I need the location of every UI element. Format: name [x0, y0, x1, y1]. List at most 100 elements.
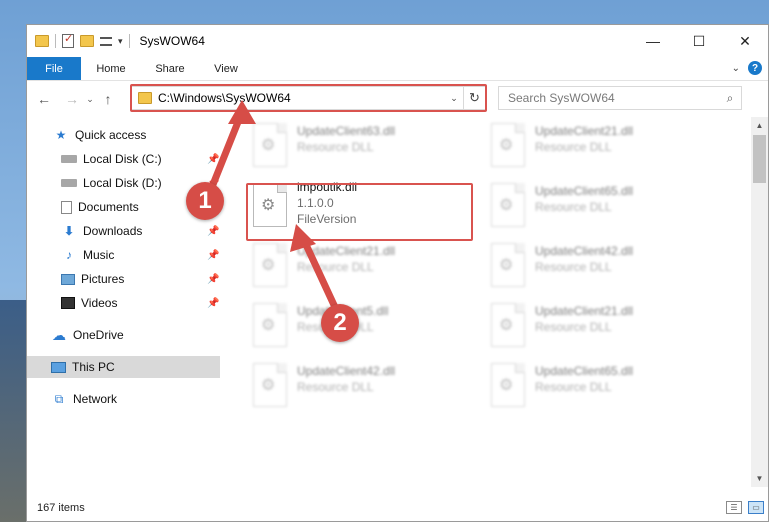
toolbar-divider [55, 34, 56, 48]
expand-ribbon-chevron-icon[interactable]: ⌄ [732, 63, 740, 74]
file-description: Resource DLL [535, 260, 612, 274]
file-item[interactable]: ⚙ UpdateClient63.dll Resource DLL [249, 119, 479, 175]
file-version: 1.1.0.0 [297, 196, 334, 210]
quick-access-dropdown-icon[interactable]: ▾ [118, 36, 123, 47]
properties-icon[interactable] [62, 32, 74, 48]
dll-file-icon: ⚙ [253, 363, 287, 407]
sidebar-item-label: This PC [72, 360, 115, 374]
file-name: UpdateClient42.dll [535, 244, 634, 258]
sidebar-item-quick-access[interactable]: ★ Quick access [27, 124, 220, 146]
tab-view[interactable]: View [199, 57, 253, 80]
sidebar-item-videos[interactable]: Videos 📌 [27, 292, 220, 314]
window-title: SysWOW64 [139, 34, 205, 48]
file-item[interactable]: ⚙ UpdateClient42.dll Resource DLL [487, 239, 717, 295]
step-2-badge: 2 [321, 304, 359, 342]
pin-icon[interactable]: 📌 [207, 274, 219, 285]
customize-list-icon[interactable] [100, 36, 112, 46]
sidebar-item-label: Local Disk (C:) [83, 152, 162, 166]
recent-locations-chevron-icon[interactable]: ⌄ [83, 94, 97, 105]
pictures-icon [61, 273, 75, 285]
forward-button[interactable]: → [61, 91, 83, 107]
gear-icon: ⚙ [261, 257, 276, 274]
file-description: Resource DLL [535, 380, 612, 394]
sidebar-item-label: Documents [78, 200, 139, 214]
sidebar-item-local-disk-c[interactable]: Local Disk (C:) 📌 [27, 148, 220, 170]
tiles-view-icon[interactable]: ▭ [748, 501, 764, 514]
pin-icon[interactable]: 📌 [207, 250, 219, 261]
scroll-down-arrow-icon[interactable]: ▼ [751, 470, 768, 487]
details-view-icon[interactable]: ☰ [726, 501, 742, 514]
file-description: Resource DLL [297, 140, 374, 154]
file-item-impoutlk[interactable]: ⚙ impoutlk.dll 1.1.0.0 FileVersion [249, 179, 479, 235]
sidebar-item-onedrive[interactable]: ☁ OneDrive [27, 324, 220, 346]
gear-icon: ⚙ [499, 197, 514, 214]
pin-icon[interactable]: 📌 [207, 226, 219, 237]
gear-icon: ⚙ [499, 257, 514, 274]
file-name: UpdateClient65.dll [535, 364, 634, 378]
cloud-icon: ☁ [52, 326, 66, 343]
up-button[interactable]: ↑ [97, 91, 119, 107]
file-explorer-window: ▾ SysWOW64 — ☐ ✕ File Home Share View ⌄ … [26, 24, 769, 522]
status-bar: 167 items ☰ ▭ [27, 495, 768, 521]
sidebar-item-label: Quick access [75, 128, 147, 142]
gear-icon: ⚙ [261, 137, 276, 154]
file-description: FileVersion [297, 212, 357, 226]
back-button[interactable]: ← [33, 91, 55, 107]
scrollbar-thumb[interactable] [753, 135, 766, 183]
dll-file-icon: ⚙ [253, 123, 287, 167]
videos-icon [61, 297, 75, 309]
tab-share[interactable]: Share [141, 57, 199, 80]
documents-icon [61, 200, 72, 214]
scroll-up-arrow-icon[interactable]: ▲ [751, 117, 768, 134]
file-item[interactable]: ⚙ UpdateClient65.dll Resource DLL [487, 359, 717, 415]
view-toggle-buttons: ☰ ▭ [726, 501, 764, 514]
pin-icon[interactable]: 📌 [207, 298, 219, 309]
tab-home[interactable]: Home [81, 57, 141, 80]
network-icon: ⧉ [54, 391, 64, 406]
sidebar-item-music[interactable]: ♪ Music 📌 [27, 244, 220, 266]
dll-file-icon: ⚙ [491, 243, 525, 287]
new-folder-icon[interactable] [80, 35, 94, 47]
file-description: Resource DLL [297, 260, 374, 274]
gear-icon: ⚙ [499, 137, 514, 154]
sidebar-item-network[interactable]: ⧉ Network [27, 388, 220, 410]
search-box[interactable]: Search SysWOW64 ⌕ [498, 86, 742, 110]
dll-file-icon: ⚙ [491, 363, 525, 407]
pin-icon[interactable]: 📌 [207, 154, 219, 165]
file-item[interactable]: ⚙ UpdateClient21.dll Resource DLL [249, 239, 479, 295]
vertical-scrollbar[interactable]: ▲ ▼ [751, 117, 768, 487]
file-description: Resource DLL [297, 380, 374, 394]
close-button[interactable]: ✕ [722, 25, 768, 57]
file-item[interactable]: ⚙ UpdateClient21.dll Resource DLL [487, 119, 717, 175]
file-name: UpdateClient21.dll [535, 124, 634, 138]
refresh-button[interactable]: ↻ [463, 87, 485, 109]
quick-access-toolbar: ▾ [27, 32, 130, 48]
sidebar-item-pictures[interactable]: Pictures 📌 [27, 268, 220, 290]
gear-icon: ⚙ [261, 377, 276, 394]
file-name: UpdateClient21.dll [297, 244, 396, 258]
address-bar[interactable]: C:\Windows\SysWOW64 ⌄ ↻ [130, 86, 486, 110]
file-item[interactable]: ⚙ UpdateClient42.dll Resource DLL [249, 359, 479, 415]
tab-file[interactable]: File [27, 57, 81, 80]
ribbon-tabs: File Home Share View ⌄ ? [27, 57, 768, 81]
maximize-button[interactable]: ☐ [676, 25, 722, 57]
file-item[interactable]: ⚙ UpdateClient5.dllResource DLL [249, 299, 479, 355]
sidebar-item-label: Music [83, 248, 115, 262]
navigation-pane: ★ Quick access Local Disk (C:) 📌 Local D… [27, 117, 220, 487]
address-path[interactable]: C:\Windows\SysWOW64 [158, 91, 445, 105]
file-name: UpdateClient42.dll [297, 364, 396, 378]
address-dropdown-chevron-icon[interactable]: ⌄ [445, 93, 463, 104]
sidebar-item-label: Videos [81, 296, 118, 310]
sidebar-item-downloads[interactable]: ⬇ Downloads 📌 [27, 220, 220, 242]
search-icon[interactable]: ⌕ [719, 91, 741, 106]
search-input[interactable]: Search SysWOW64 [508, 91, 719, 105]
folder-icon [35, 35, 49, 47]
content-area: ★ Quick access Local Disk (C:) 📌 Local D… [27, 117, 768, 487]
sidebar-item-this-pc[interactable]: This PC [27, 356, 220, 378]
minimize-button[interactable]: — [630, 25, 676, 57]
file-item[interactable]: ⚙ UpdateClient21.dll Resource DLL [487, 299, 717, 355]
file-item[interactable]: ⚙ UpdateClient65.dll Resource DLL [487, 179, 717, 235]
address-folder-icon [138, 92, 152, 104]
help-icon[interactable]: ? [748, 61, 762, 75]
dll-file-icon: ⚙ [491, 183, 525, 227]
